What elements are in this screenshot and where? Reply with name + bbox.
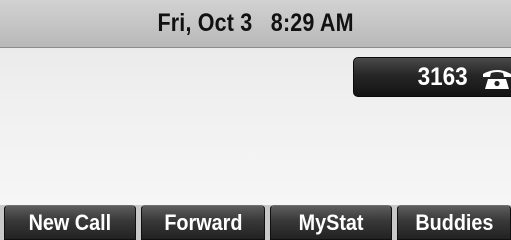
phone-screen: Fri, Oct 3 8:29 AM 3163 New Call Forward… <box>0 0 511 240</box>
softkey-mystat[interactable]: MyStat <box>270 205 392 240</box>
status-bar: Fri, Oct 3 8:29 AM <box>0 0 511 48</box>
line-number: 3163 <box>417 63 468 91</box>
line-key-button[interactable]: 3163 <box>353 57 511 97</box>
date-time-display: Fri, Oct 3 8:29 AM <box>157 9 354 37</box>
softkey-buddies[interactable]: Buddies <box>397 205 511 240</box>
softkey-bar: New Call Forward MyStat Buddies <box>0 205 511 240</box>
softkey-new-call[interactable]: New Call <box>4 205 136 240</box>
phone-handset-icon <box>483 70 511 89</box>
softkey-label: New Call <box>28 210 112 235</box>
softkey-forward[interactable]: Forward <box>141 205 265 240</box>
softkey-label: Buddies <box>414 210 494 235</box>
softkey-label: MyStat <box>298 210 364 235</box>
softkey-label: Forward <box>163 210 243 235</box>
